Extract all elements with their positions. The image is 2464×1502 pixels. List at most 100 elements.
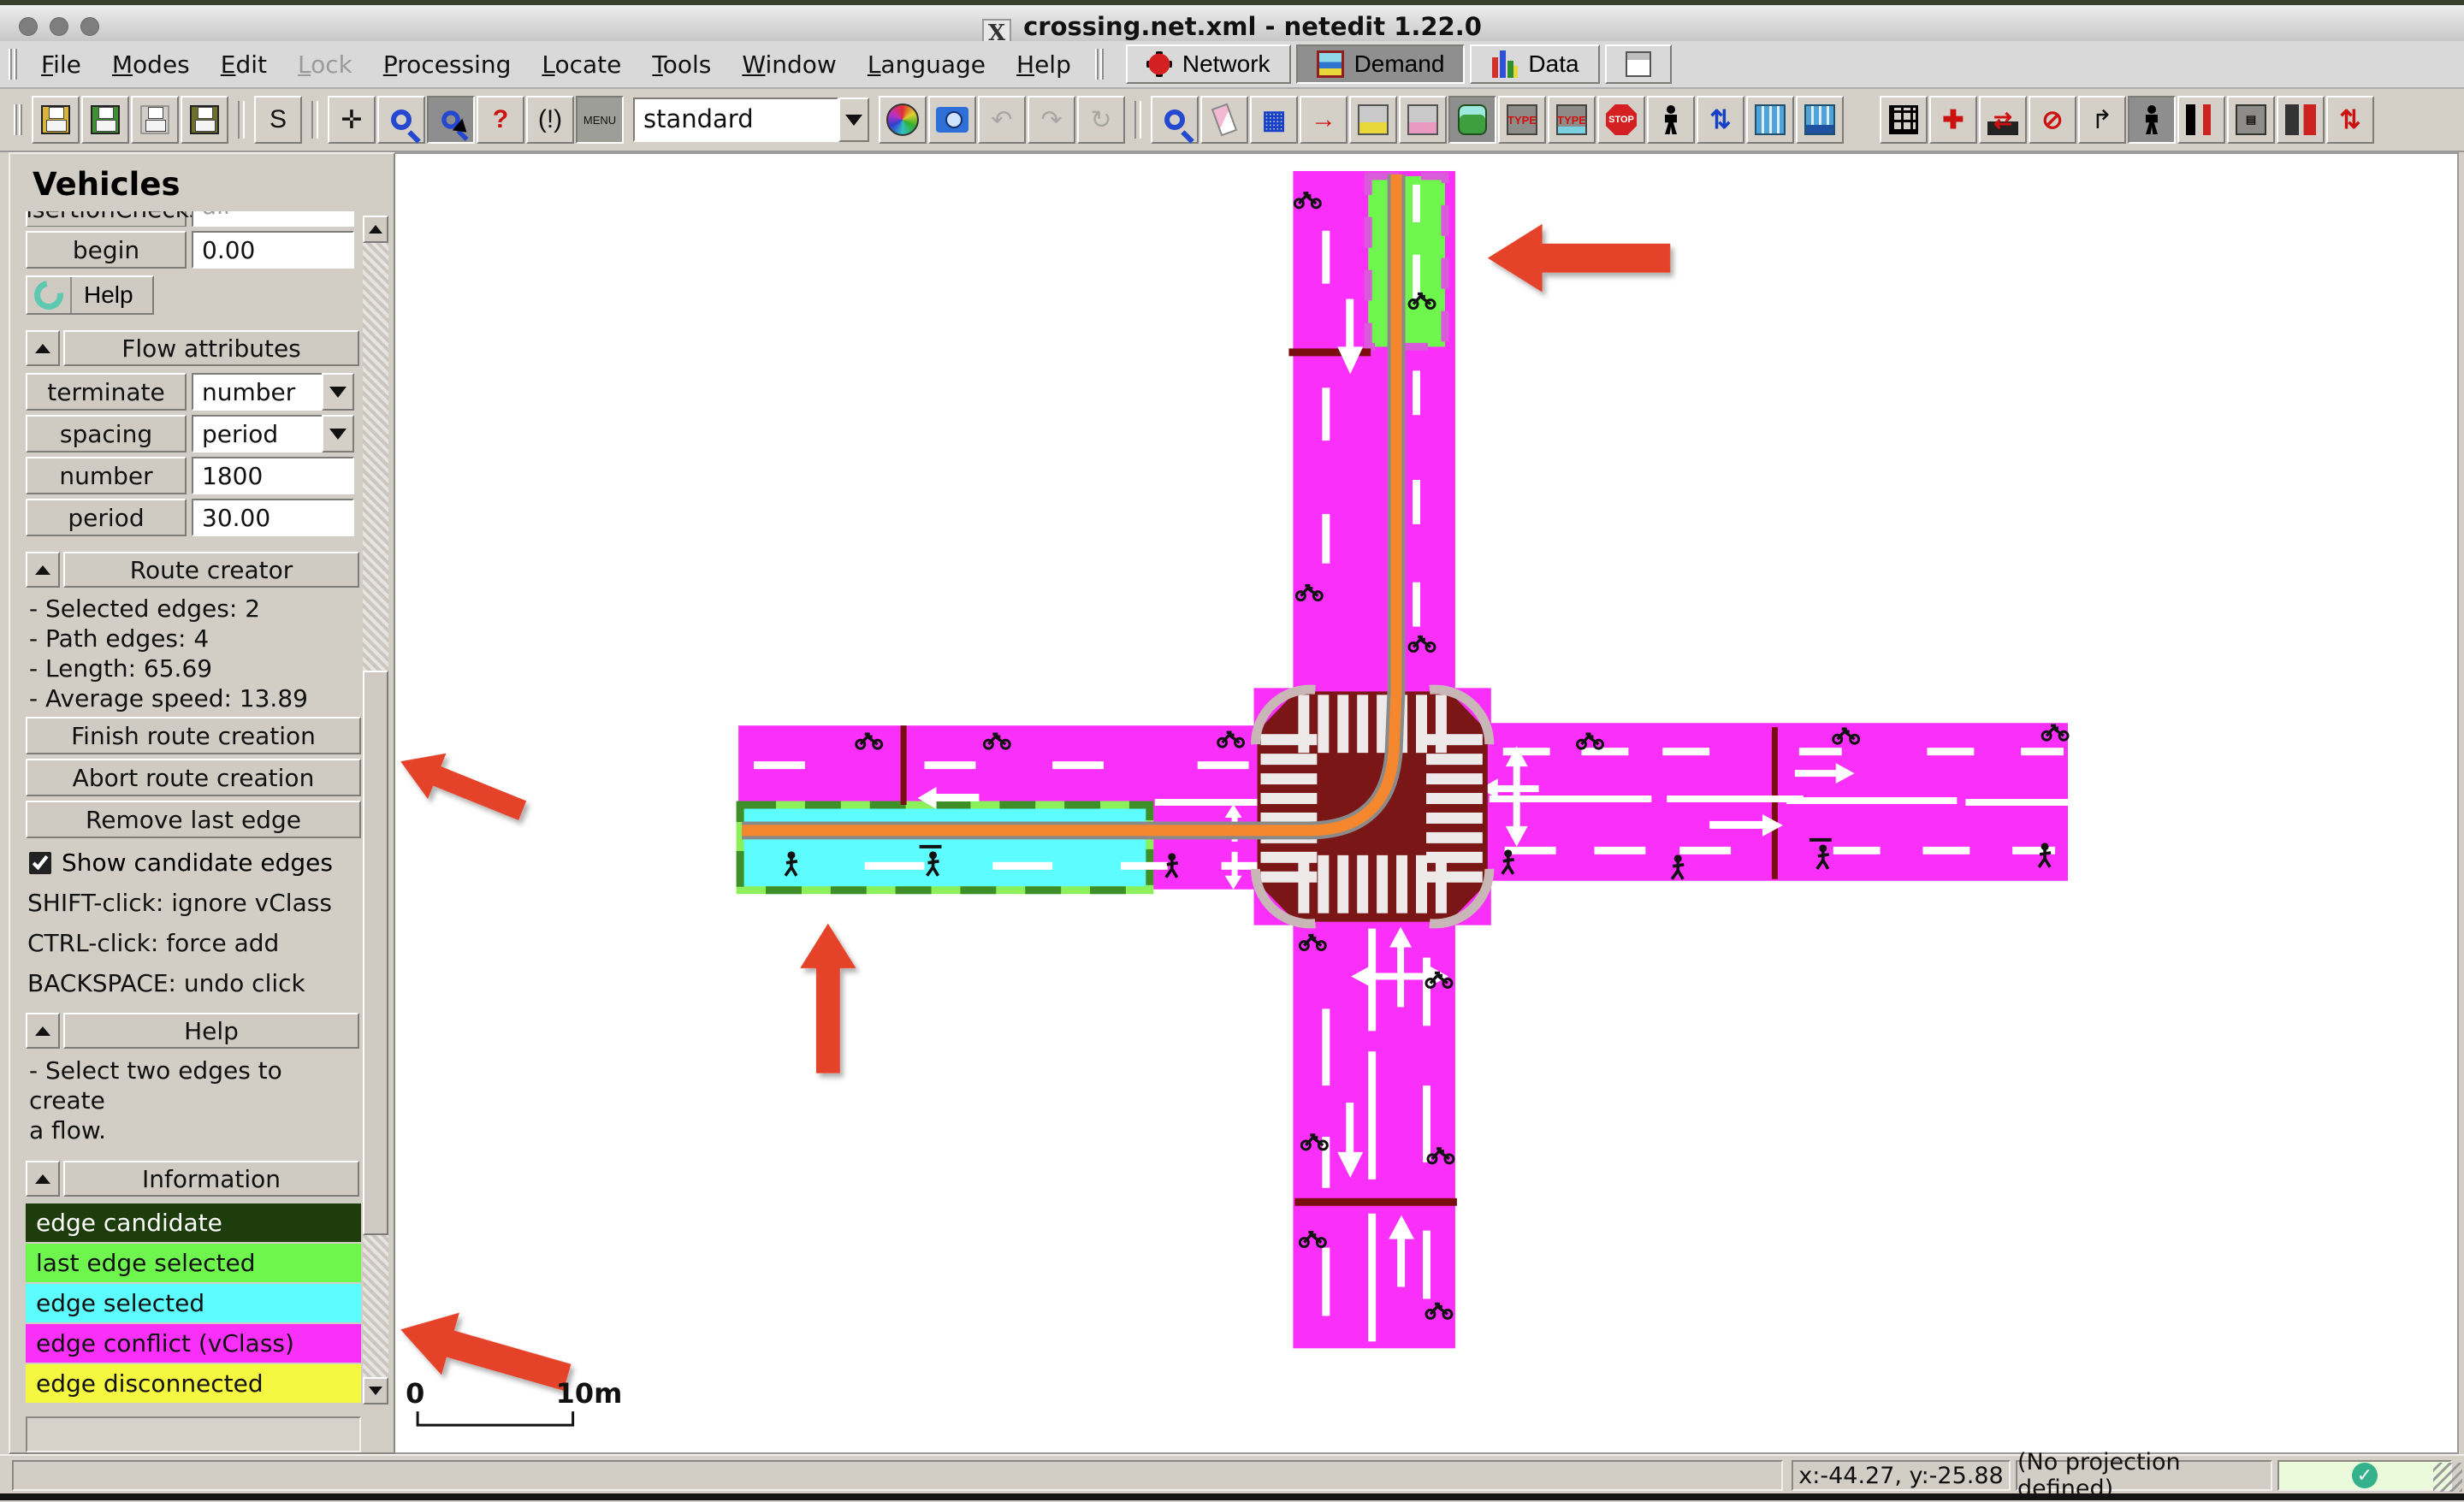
begin-field[interactable] (192, 231, 354, 269)
save-additionals-icon (91, 105, 120, 134)
terminate-label[interactable]: terminate (26, 373, 187, 411)
menu-edit[interactable]: Edit (205, 45, 282, 84)
scrollbar-thumb[interactable] (363, 671, 388, 1235)
collapse-information-button[interactable] (26, 1161, 60, 1197)
view-scheme-value[interactable]: standard (633, 98, 838, 142)
scrollbar-groove[interactable] (363, 243, 388, 671)
menu-file[interactable]: File (26, 45, 97, 84)
type-distribution-button[interactable]: TYPE (1548, 96, 1596, 144)
collapse-flow-button[interactable] (26, 330, 60, 366)
menu-cursor-button[interactable]: MENU (576, 96, 624, 144)
attributes-help-button[interactable]: Help (26, 275, 154, 315)
bus-stop-button[interactable] (1349, 96, 1397, 144)
information-title[interactable]: Information (63, 1161, 359, 1197)
color-wheel-button[interactable] (879, 96, 927, 144)
begin-label[interactable]: begin (26, 231, 187, 269)
help-pointer-button[interactable]: ? (477, 96, 524, 144)
meandata-button[interactable]: ▤ (2227, 96, 2275, 144)
spacing-dropdown-button[interactable] (322, 415, 354, 452)
network-map[interactable]: 0 10m (395, 154, 2457, 1452)
network-supermode-button[interactable]: Network (1126, 44, 1291, 84)
new-window-button[interactable] (1605, 44, 1672, 84)
save-network-button[interactable] (32, 96, 80, 144)
collapse-help-button[interactable] (26, 1013, 60, 1049)
view-scheme-combo[interactable]: standard (633, 98, 869, 142)
data-supermode-button[interactable]: Data (1470, 44, 1599, 84)
container-mode-button[interactable] (1746, 96, 1794, 144)
menu-modes[interactable]: Modes (97, 45, 205, 84)
edge-arrow-button[interactable]: → (1300, 96, 1348, 144)
snapshot-button[interactable] (928, 96, 976, 144)
number-label[interactable]: number (26, 457, 187, 494)
spacing-combo[interactable]: period (192, 415, 354, 452)
spacing-label[interactable]: spacing (26, 415, 187, 452)
insertionchecks-value[interactable]: all (192, 211, 354, 227)
container-plan-button[interactable] (1796, 96, 1844, 144)
arrow-to-selected-edge (800, 924, 856, 1073)
person-flow-button[interactable] (2177, 96, 2225, 144)
toolbar-grip[interactable] (14, 104, 22, 135)
delete-eraser-button[interactable] (1200, 96, 1248, 144)
person-mode-button[interactable] (1647, 96, 1695, 144)
menu-locate[interactable]: Locate (526, 45, 637, 84)
combo-dropdown-button[interactable] (838, 98, 869, 142)
help-title[interactable]: Help (63, 1013, 359, 1049)
show-candidate-edges-checkbox[interactable] (29, 852, 51, 874)
demand-supermode-button[interactable]: Demand (1296, 44, 1466, 84)
vehicle-mode-button[interactable] (1448, 96, 1496, 144)
scrollbar-groove[interactable] (363, 1235, 388, 1377)
last-edge-selected[interactable] (1368, 176, 1445, 346)
inspect-pointer-button[interactable] (427, 96, 475, 144)
edge-selected[interactable] (740, 805, 1150, 890)
menu-language[interactable]: Language (852, 45, 1001, 84)
number-field[interactable] (192, 457, 354, 494)
collapse-route-creator-button[interactable] (26, 552, 60, 588)
spacing-value[interactable]: period (192, 415, 322, 452)
vehicle-transform-button[interactable]: ⇄ (1979, 96, 2027, 144)
finish-route-creation-button[interactable]: Finish route creation (26, 717, 361, 754)
scroll-down-button[interactable] (363, 1377, 388, 1404)
walk-person-mode-button[interactable] (2128, 96, 2176, 144)
route-creator-title[interactable]: Route creator (63, 552, 359, 588)
terminate-value[interactable]: number (192, 373, 322, 411)
route-grid-button[interactable] (1880, 96, 1928, 144)
stop-mode-button[interactable]: STOP (1597, 96, 1645, 144)
menu-window[interactable]: Window (726, 45, 851, 84)
period-field[interactable] (192, 499, 354, 536)
train-stop-button[interactable] (1399, 96, 1447, 144)
menu-processing[interactable]: Processing (368, 45, 527, 84)
zoom-button[interactable] (377, 96, 425, 144)
resize-grip[interactable] (2433, 1463, 2462, 1492)
menu-help[interactable]: Help (1001, 45, 1087, 84)
sidebar-scrollbar[interactable] (363, 216, 388, 1404)
type-mode-button[interactable]: TYPE (1498, 96, 1546, 144)
flow-arrows-button[interactable]: ⇅ (2326, 96, 2374, 144)
toolbar-grip[interactable] (9, 49, 17, 80)
lock-container-button[interactable] (2277, 96, 2325, 144)
locate-button[interactable] (1151, 96, 1199, 144)
remove-last-edge-button[interactable]: Remove last edge (26, 801, 361, 838)
insertionchecks-label[interactable]: insertionChecks (26, 211, 187, 227)
delete-mode-button[interactable]: ⊘ (2029, 96, 2076, 144)
collapse-icon (35, 1174, 50, 1184)
add-mode-button[interactable]: ✚ (1929, 96, 1977, 144)
scroll-up-button[interactable] (363, 216, 388, 243)
move-view-button[interactable]: ✛ (328, 96, 376, 144)
save-as-button[interactable] (181, 96, 228, 144)
flow-attributes-title[interactable]: Flow attributes (63, 330, 359, 366)
terminate-combo[interactable]: number (192, 373, 354, 411)
turn-route-button[interactable]: ↱ (2078, 96, 2126, 144)
menu-tools[interactable]: Tools (637, 45, 726, 84)
period-label[interactable]: period (26, 499, 187, 536)
lane-grid-button[interactable]: ▦ (1250, 96, 1298, 144)
s-button[interactable]: S (254, 96, 302, 144)
message-popup-button[interactable]: (!) (526, 96, 574, 144)
train-stop-icon (1407, 104, 1438, 135)
toolbar-grip[interactable] (1095, 49, 1104, 80)
abort-route-creation-button[interactable]: Abort route creation (26, 759, 361, 796)
person-plan-button[interactable]: ⇅ (1697, 96, 1744, 144)
terminate-dropdown-button[interactable] (322, 373, 354, 411)
save-additionals-button[interactable] (81, 96, 129, 144)
network-view-canvas[interactable]: 0 10m (395, 152, 2459, 1454)
save-disabled-button (131, 96, 179, 144)
